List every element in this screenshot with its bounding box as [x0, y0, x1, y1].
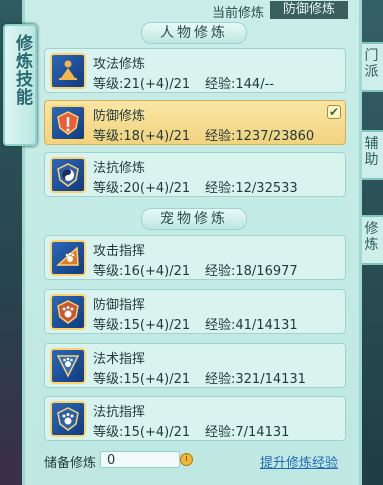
current-label: 当前修炼 [212, 6, 265, 21]
item-resist-command[interactable]: 法抗指挥 等级:15(+4)/21 经验:7/14131 [44, 396, 346, 441]
reserve-label: 储备修炼 [44, 456, 97, 471]
item-exp: 经验:321/14131 [205, 372, 306, 387]
item-name: 防御指挥 [93, 298, 146, 313]
item-exp: 经验:18/16977 [205, 264, 298, 279]
item-magic-command[interactable]: 法术指挥 等级:15(+4)/21 经验:321/14131 [44, 343, 346, 388]
side-tab-label: 修炼技能 [12, 34, 32, 106]
item-name: 法抗修炼 [93, 161, 146, 176]
paw-resist-icon [50, 401, 86, 437]
section-header-character: 人物修炼 [46, 22, 342, 44]
item-level: 等级:15(+4)/21 [93, 318, 191, 333]
current-cultivation: 当前修炼 防御修炼 [190, 1, 350, 21]
item-defense-command[interactable]: 防御指挥 等级:15(+4)/21 经验:41/14131 [44, 289, 346, 334]
paw-magic-icon [50, 348, 86, 384]
section-header-pet: 宠物修炼 [46, 208, 342, 230]
item-level: 等级:20(+4)/21 [93, 181, 191, 196]
item-exp: 经验:12/32533 [205, 181, 298, 196]
coin-info-icon[interactable]: i [180, 453, 193, 466]
section-title-character: 人物修炼 [141, 22, 247, 44]
item-name: 攻法修炼 [93, 57, 146, 72]
item-resist-cultivation[interactable]: 法抗修炼 等级:20(+4)/21 经验:12/32533 [44, 152, 346, 197]
item-attack-cultivation[interactable]: 攻法修炼 等级:21(+4)/21 经验:144/-- [44, 48, 346, 93]
section-title-pet: 宠物修炼 [141, 208, 247, 230]
item-exp: 经验:41/14131 [205, 318, 298, 333]
item-exp: 经验:7/14131 [205, 425, 290, 440]
item-attack-command[interactable]: 攻击指挥 等级:16(+4)/21 经验:18/16977 [44, 235, 346, 280]
item-name: 法术指挥 [93, 352, 146, 367]
item-level: 等级:16(+4)/21 [93, 264, 191, 279]
item-level: 等级:18(+4)/21 [93, 129, 191, 144]
shield-emblem-icon [50, 105, 86, 141]
item-name: 法抗指挥 [93, 405, 146, 420]
reserve-value-field: 0 [100, 451, 180, 468]
item-defense-cultivation[interactable]: 防御修炼 等级:18(+4)/21 经验:1237/23860 ✔ [44, 100, 346, 145]
upgrade-experience-link[interactable]: 提升修炼经验 [260, 452, 338, 471]
item-level: 等级:15(+4)/21 [93, 372, 191, 387]
side-tab-cultivation-skills[interactable]: 修炼技能 [3, 24, 37, 146]
meditating-figure-icon [50, 53, 86, 89]
selected-check-icon[interactable]: ✔ [327, 105, 341, 119]
item-name: 攻击指挥 [93, 244, 146, 259]
paw-attack-icon [50, 240, 86, 276]
item-name: 防御修炼 [93, 109, 146, 124]
item-exp: 经验:144/-- [205, 77, 274, 92]
item-exp: 经验:1237/23860 [205, 129, 315, 144]
item-level: 等级:21(+4)/21 [93, 77, 191, 92]
yin-yang-shield-icon [50, 157, 86, 193]
current-value: 防御修炼 [270, 1, 348, 19]
paw-shield-icon [50, 294, 86, 330]
item-level: 等级:15(+4)/21 [93, 425, 191, 440]
